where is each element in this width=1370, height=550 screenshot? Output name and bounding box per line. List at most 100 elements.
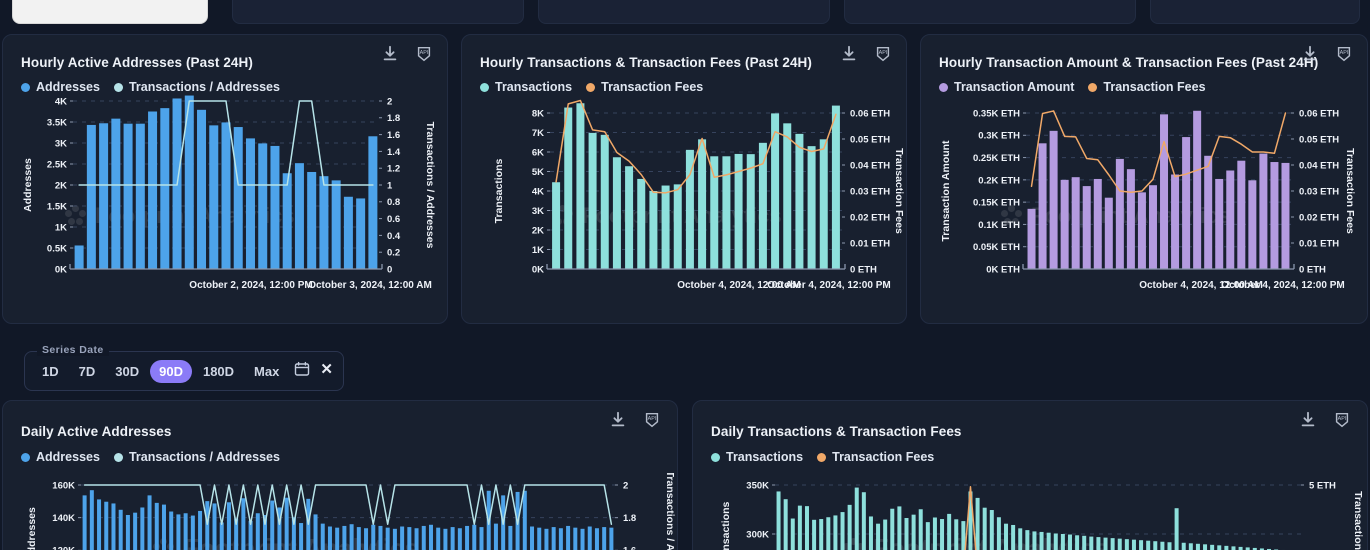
svg-text:8K: 8K bbox=[532, 108, 544, 119]
download-icon[interactable] bbox=[840, 45, 858, 63]
api-icon[interactable]: API bbox=[415, 45, 433, 63]
card-header: Hourly Transaction Amount & Transaction … bbox=[921, 35, 1367, 94]
range-option-90d[interactable]: 90D bbox=[150, 359, 192, 383]
svg-text:0.03 ETH: 0.03 ETH bbox=[1299, 186, 1339, 197]
calendar-icon[interactable] bbox=[294, 361, 310, 377]
chart-plot-area-1: 0K 0.5K 1K 1.5K 2K 2.5K 3K 3.5K 4K 0 0.2 0.4 0.6 0.8 1… bbox=[3, 91, 447, 323]
svg-text:6K: 6K bbox=[532, 147, 544, 158]
svg-text:140K: 140K bbox=[52, 513, 75, 524]
svg-text:0.25K ETH: 0.25K ETH bbox=[973, 153, 1020, 164]
top-card-4[interactable] bbox=[844, 0, 1136, 24]
legend-item-tx-per-addr[interactable]: Transactions / Addresses bbox=[113, 450, 280, 464]
range-option-180d[interactable]: 180D bbox=[194, 360, 243, 383]
range-option-1d[interactable]: 1D bbox=[33, 360, 68, 383]
chart-card-daily-active-addresses: Daily Active Addresses API Addresses Tra… bbox=[2, 400, 678, 550]
svg-text:API: API bbox=[420, 50, 429, 56]
download-icon[interactable] bbox=[1301, 45, 1319, 63]
series-date-control[interactable]: Series Date 1D 7D 30D 90D 180D Max ✕ bbox=[24, 344, 344, 391]
top-card-1[interactable] bbox=[12, 0, 208, 24]
card-actions: API bbox=[1301, 45, 1353, 63]
top-card-2[interactable] bbox=[232, 0, 524, 24]
svg-text:0.05 ETH: 0.05 ETH bbox=[850, 134, 890, 145]
svg-text:1.6: 1.6 bbox=[623, 546, 636, 550]
svg-text:0.2: 0.2 bbox=[387, 248, 400, 259]
svg-text:October 4, 2024, 12:00 PM: October 4, 2024, 12:00 PM bbox=[767, 280, 890, 291]
svg-text:4K: 4K bbox=[55, 96, 67, 107]
chart-card-hourly-active-addresses: Hourly Active Addresses (Past 24H) API A… bbox=[2, 34, 448, 324]
legend-label: Addresses bbox=[36, 450, 100, 464]
svg-text:3K: 3K bbox=[55, 138, 67, 149]
range-option-7d[interactable]: 7D bbox=[70, 360, 105, 383]
svg-text:0.05 ETH: 0.05 ETH bbox=[1299, 134, 1339, 145]
svg-text:API: API bbox=[1340, 50, 1349, 56]
top-card-3[interactable] bbox=[538, 0, 830, 24]
chart-title: Hourly Transactions & Transaction Fees (… bbox=[480, 55, 813, 70]
svg-text:0.04 ETH: 0.04 ETH bbox=[1299, 160, 1339, 171]
svg-text:0 ETH: 0 ETH bbox=[1299, 264, 1326, 275]
svg-text:1.8: 1.8 bbox=[387, 113, 400, 124]
legend-label: Transactions / Addresses bbox=[128, 450, 280, 464]
svg-text:Addresses: Addresses bbox=[22, 158, 34, 212]
svg-text:0.06 ETH: 0.06 ETH bbox=[850, 108, 890, 119]
range-option-30d[interactable]: 30D bbox=[106, 360, 148, 383]
svg-text:0.2K ETH: 0.2K ETH bbox=[978, 175, 1020, 186]
svg-text:2K: 2K bbox=[532, 225, 544, 236]
svg-text:2.5K: 2.5K bbox=[47, 159, 67, 170]
close-icon[interactable]: ✕ bbox=[320, 362, 333, 377]
svg-text:2: 2 bbox=[623, 480, 628, 491]
api-icon[interactable]: API bbox=[874, 45, 892, 63]
api-icon[interactable]: API bbox=[1333, 411, 1351, 429]
svg-text:1.4: 1.4 bbox=[387, 147, 401, 158]
svg-text:1: 1 bbox=[387, 180, 393, 191]
svg-text:API: API bbox=[1338, 416, 1347, 422]
svg-text:3K: 3K bbox=[532, 206, 544, 217]
download-icon[interactable] bbox=[609, 411, 627, 429]
svg-text:Addresses: Addresses bbox=[26, 507, 38, 550]
svg-text:Transactions / Addresses: Transactions / Addresses bbox=[664, 473, 676, 550]
top-card-5[interactable] bbox=[1150, 0, 1360, 24]
api-icon[interactable]: API bbox=[1335, 45, 1353, 63]
chart-plot-area-2: 0K 1K 2K 3K 4K 5K 6K 7K 8K 0 ETH 0.01 ETH 0.02 ETH 0… bbox=[462, 91, 906, 323]
series-date-actions: ✕ bbox=[294, 361, 333, 377]
svg-text:160K: 160K bbox=[52, 480, 75, 491]
legend-label: Transactions bbox=[726, 450, 804, 464]
card-actions: API bbox=[840, 45, 892, 63]
svg-text:0.3K ETH: 0.3K ETH bbox=[978, 131, 1020, 142]
chart-title: Hourly Transaction Amount & Transaction … bbox=[939, 55, 1319, 70]
svg-text:1.5K: 1.5K bbox=[47, 201, 67, 212]
dashboard-page: Hourly Active Addresses (Past 24H) API A… bbox=[0, 0, 1370, 550]
legend-dot-addresses bbox=[21, 452, 30, 462]
range-option-max[interactable]: Max bbox=[245, 360, 288, 383]
download-icon[interactable] bbox=[1299, 411, 1317, 429]
svg-text:Transactions: Transactions bbox=[720, 501, 732, 550]
download-icon[interactable] bbox=[381, 45, 399, 63]
chart-plot-area-5: 250K300K350K4 ETH5 ETHTransactionsTransa… bbox=[693, 473, 1367, 550]
svg-text:1K: 1K bbox=[55, 222, 67, 233]
svg-text:0K: 0K bbox=[532, 264, 544, 275]
svg-text:1K: 1K bbox=[532, 245, 544, 256]
card-actions: API bbox=[1299, 411, 1351, 429]
chart-title: Hourly Active Addresses (Past 24H) bbox=[21, 55, 253, 70]
svg-text:4K: 4K bbox=[532, 186, 544, 197]
svg-text:1.8: 1.8 bbox=[623, 513, 636, 524]
chart-title: Daily Transactions & Transaction Fees bbox=[711, 424, 962, 439]
svg-text:Transactions / Addresses: Transactions / Addresses bbox=[424, 122, 436, 249]
range-options: 1D 7D 30D 90D 180D Max bbox=[33, 352, 288, 390]
svg-text:5K: 5K bbox=[532, 167, 544, 178]
svg-text:0.04 ETH: 0.04 ETH bbox=[850, 160, 890, 171]
svg-text:October 4, 2024, 12:00 PM: October 4, 2024, 12:00 PM bbox=[1221, 280, 1344, 291]
api-icon[interactable]: API bbox=[643, 411, 661, 429]
svg-text:0.15K ETH: 0.15K ETH bbox=[973, 198, 1020, 209]
card-actions: API bbox=[609, 411, 661, 429]
legend-item-transaction-fees[interactable]: Transaction Fees bbox=[817, 450, 934, 464]
legend-item-addresses[interactable]: Addresses bbox=[21, 450, 100, 464]
legend-item-transactions[interactable]: Transactions bbox=[711, 450, 803, 464]
card-actions: API bbox=[381, 45, 433, 63]
chart-card-hourly-transaction-amount-fees: Hourly Transaction Amount & Transaction … bbox=[920, 34, 1368, 324]
svg-text:0.02 ETH: 0.02 ETH bbox=[1299, 212, 1339, 223]
svg-text:1.6: 1.6 bbox=[387, 130, 400, 141]
legend-dot-transactions bbox=[711, 452, 720, 462]
svg-text:2K: 2K bbox=[55, 180, 67, 191]
svg-text:7K: 7K bbox=[532, 128, 544, 139]
svg-text:350K: 350K bbox=[746, 480, 769, 491]
